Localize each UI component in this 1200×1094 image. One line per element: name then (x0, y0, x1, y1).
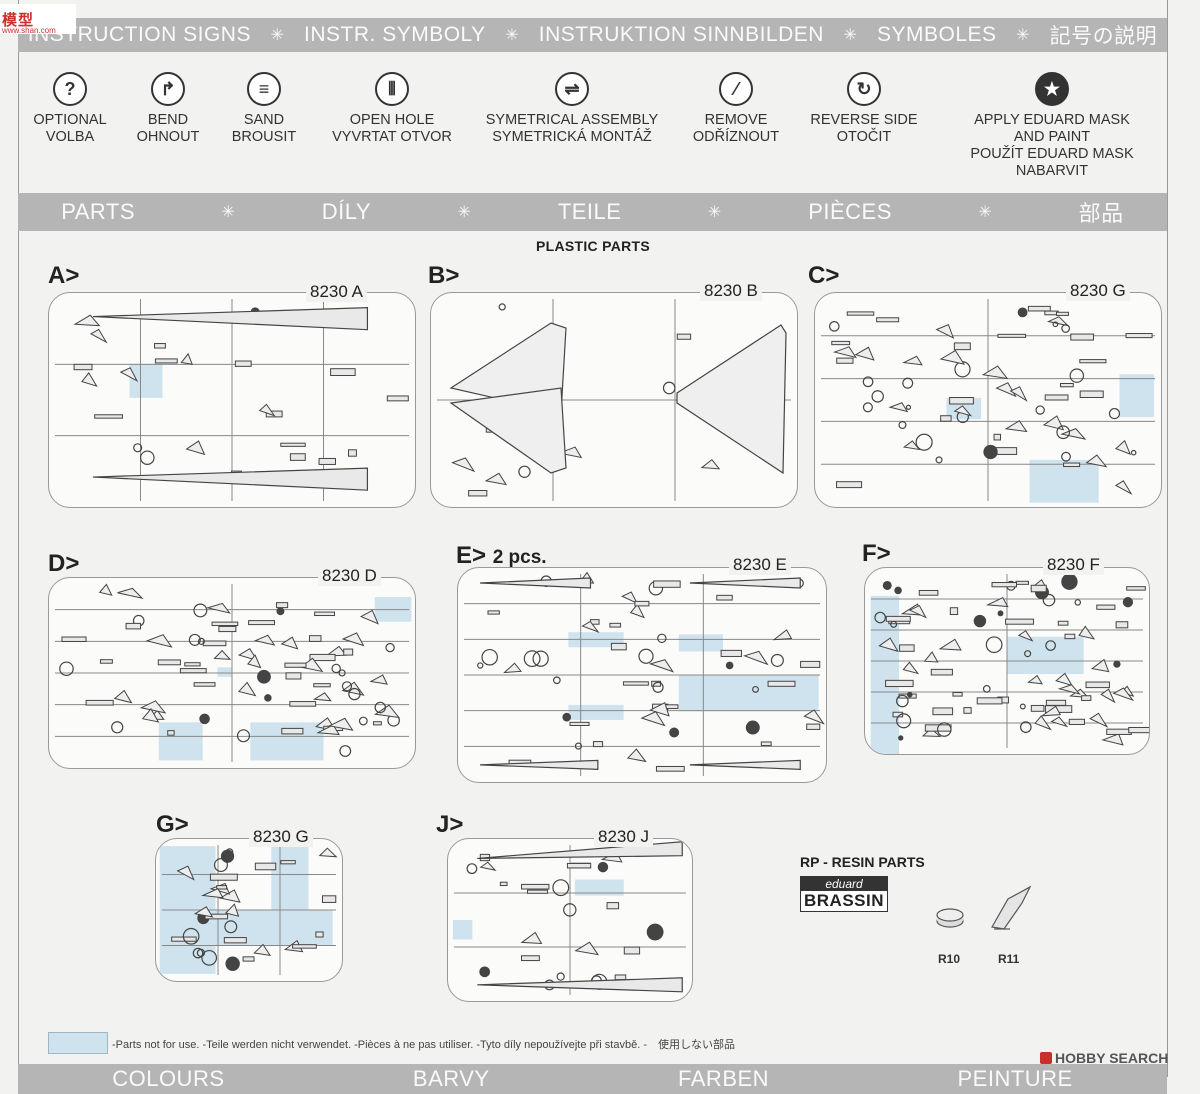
sprue-code-f: 8230 F (1043, 555, 1104, 575)
parts-title-jp: 部品 (1078, 201, 1124, 226)
frame-c-drawing (821, 299, 1155, 503)
sprue-e-quantity: 2 pcs. (492, 547, 547, 568)
frame-e-drawing (464, 571, 825, 776)
unused-parts-swatch (48, 1032, 108, 1054)
parts-band: PARTS ✳ DÍLY ✳ TEILE ✳ PIÈCES ✳ 部品 (18, 193, 1167, 231)
sprue-letter-f: F> (862, 540, 891, 567)
band-title-cz: INSTR. SYMBOLY (304, 23, 486, 46)
instruction-symbols: ? OPTIONAL VOLBA ↱ BEND OHNOUT ≡ SAND BROUSIT ⦀ OP… (18, 68, 1167, 188)
star-separator-icon: ✳ (270, 27, 285, 44)
sprue-code-j: 8230 J (594, 827, 654, 847)
sprue-letter-d: D> (48, 550, 80, 577)
symbol-caption-line: OTOČIT (836, 129, 892, 145)
sprue-letter-a: A> (48, 262, 80, 289)
plastic-parts-title: PLASTIC PARTS (535, 238, 651, 254)
brassin-logo-bottom: BRASSIN (803, 891, 884, 910)
colours-title-de: FARBEN (678, 1066, 770, 1091)
sprue-code-d: 8230 D (318, 566, 381, 586)
sprue-frame-a (48, 292, 416, 508)
watermark-icon (1040, 1052, 1052, 1064)
parts-title-de: TEILE (557, 199, 622, 224)
sprue-letter-b: B> (428, 262, 460, 289)
resin-parts-title: RP - RESIN PARTS (800, 854, 925, 870)
sprue-frame-e (457, 567, 827, 783)
sprue-frame-f (864, 567, 1150, 755)
resin-label-r11: R11 (998, 952, 1020, 966)
symmetric-assembly-icon: ⇌ (555, 72, 589, 106)
instruction-signs-band: INSTRUCTION SIGNS ✳ INSTR. SYMBOLY ✳ INS… (18, 18, 1167, 52)
symbol-caption-line: APPLY EDUARD MASK (974, 112, 1130, 128)
sand-file-icon: ≡ (247, 72, 281, 106)
star-separator-icon: ✳ (707, 204, 722, 221)
frame-j-drawing (452, 841, 686, 995)
sprue-letter-c: C> (808, 262, 840, 289)
symbol-caption-line: NABARVIT (1015, 163, 1089, 179)
sprue-frame-j (447, 838, 693, 1002)
reverse-side-icon: ↻ (847, 72, 881, 106)
colours-title-fr: PEINTURE (957, 1066, 1073, 1091)
drill-hole-icon: ⦀ (375, 72, 409, 106)
resin-parts-drawing (936, 885, 1032, 930)
band-title-fr: SYMBOLES (877, 23, 997, 46)
resin-label-r10: R10 (938, 952, 961, 966)
star-separator-icon: ✳ (505, 27, 520, 44)
brassin-logo: eduard BRASSIN (800, 876, 888, 912)
sprue-code-c: 8230 G (1066, 281, 1130, 301)
frame-b-drawing (437, 299, 791, 501)
brassin-logo-top: eduard (801, 877, 887, 891)
sprue-letter-g: G> (156, 811, 189, 838)
frame-a-drawing (55, 299, 409, 501)
site-logo: 模型 www.shan.com (0, 4, 76, 35)
band-title-de: INSTRUKTION SINNBILDEN (538, 23, 824, 46)
right-page-edge (1167, 0, 1168, 1077)
star-mask-icon: ★ (1035, 72, 1069, 106)
star-separator-icon: ✳ (221, 204, 236, 221)
sprue-code-e: 8230 E (729, 555, 791, 575)
parts-title-en: PARTS (61, 199, 136, 224)
symbol-caption-line: REVERSE SIDE (810, 112, 918, 128)
frame-g-drawing (159, 845, 338, 975)
site-logo-url: www.shan.com (2, 26, 56, 35)
sprue-code-g: 8230 G (249, 827, 313, 847)
parts-title-fr: PIÈCES (808, 199, 892, 224)
sprue-letter-j: J> (436, 811, 464, 838)
colours-title-cz: BARVY (412, 1066, 490, 1091)
symbol-caption-line: AND PAINT (1013, 129, 1091, 145)
remove-knife-icon: ⁄ (719, 72, 753, 106)
sprue-code-a: 8230 A (306, 282, 367, 302)
resin-part-r11-fin (991, 885, 1032, 930)
symbol-caption-line: POUŽÍT EDUARD MASK (970, 146, 1134, 162)
colours-band: COLOURS BARVY FARBEN PEINTURE (18, 1064, 1167, 1094)
star-separator-icon: ✳ (457, 204, 472, 221)
parts-title-cz: DÍLY (321, 199, 372, 224)
star-separator-icon: ✳ (978, 204, 993, 221)
sprue-frame-b (430, 292, 798, 508)
frame-d-drawing (55, 583, 412, 762)
colours-title-en: COLOURS (112, 1066, 225, 1091)
symbol-item-8: ★ APPLY EDUARD MASK AND PAINT POUŽÍT EDUARD… (942, 72, 1162, 180)
unused-parts-legend: -Parts not for use. -Teile werden nicht … (112, 1039, 735, 1051)
sprue-letter-e: E> 2 pcs. (456, 542, 547, 570)
sprue-code-b: 8230 B (700, 281, 762, 301)
symbol-item-7: ↻ REVERSE SIDE OTOČIT (754, 72, 974, 146)
star-separator-icon: ✳ (843, 27, 858, 44)
sprue-letter-e-text: E> (456, 542, 487, 569)
frame-f-drawing (870, 573, 1149, 754)
sprue-frame-d (48, 577, 416, 769)
star-separator-icon: ✳ (1016, 27, 1031, 44)
sprue-frame-g (155, 838, 343, 982)
band-title-jp: 記号の説明 (1049, 25, 1158, 48)
sprue-frame-c (814, 292, 1162, 508)
